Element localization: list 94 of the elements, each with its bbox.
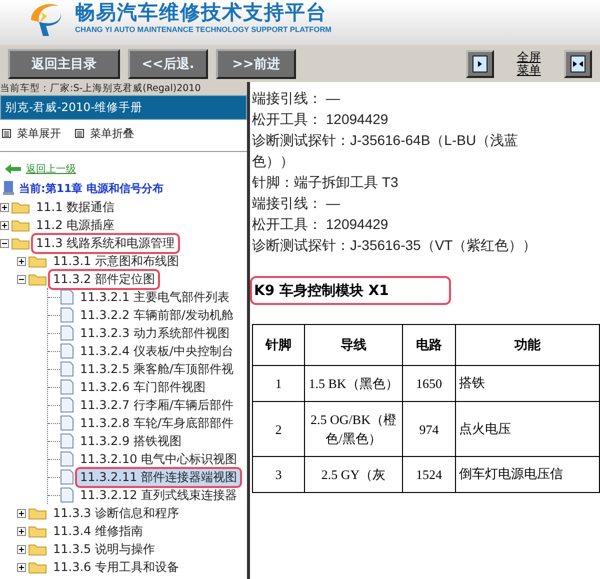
spec-line: 诊断测试探针：J-35616-35（VT（紫红色）） (252, 236, 538, 255)
document-icon (60, 397, 74, 413)
document-icon (60, 343, 74, 359)
tree-item[interactable]: 11.3.3 诊断信息和程序 (50, 504, 182, 522)
expand-toggle[interactable] (17, 562, 26, 572)
table-cell: 2 (252, 402, 304, 456)
fullscreen-menu-link[interactable]: 全屏菜单 (516, 50, 542, 76)
vehicle-info: 当前车型：厂家:S-上海别克君威(Regal)2010 (0, 82, 247, 95)
tree-item[interactable]: 11.3.1 示意图和布线图 (50, 252, 182, 270)
nav-button[interactable]: >>前进 (216, 48, 296, 78)
menu-action-link[interactable]: 菜单展开 (2, 126, 61, 141)
tree-item[interactable]: 11.3.2.11 部件连接器端视图 (77, 468, 240, 486)
document-icon (60, 469, 74, 485)
tree-item[interactable]: 11.3.2.6 车门部件视图 (77, 378, 208, 396)
collapse-toggle[interactable] (0, 238, 9, 248)
tree-item[interactable]: 11.3.2.12 直列式线束连接器 (77, 486, 240, 504)
tree-item[interactable]: 11.3.2.1 主要电气部件列表 (77, 288, 232, 306)
document-icon (60, 289, 74, 305)
document-icon (60, 451, 74, 467)
folder-icon (28, 524, 47, 538)
collapse-toggle[interactable] (17, 274, 26, 284)
document-icon (60, 361, 74, 377)
tree-item[interactable]: 11.2 电源插座 (33, 216, 118, 234)
tree-item[interactable]: 11.3 线路系统和电源管理 (33, 234, 178, 252)
table-cell: 3 (252, 456, 304, 492)
folder-icon (11, 200, 30, 214)
tree-item[interactable]: 11.3.2.3 动力系统部件视图 (77, 324, 232, 342)
document-icon (60, 307, 74, 323)
nav-button[interactable]: <<后退. (128, 48, 208, 78)
expand-toggle[interactable] (17, 526, 26, 536)
expand-toggle[interactable] (0, 220, 9, 230)
folder-icon (28, 254, 47, 268)
column-header: 电路 (402, 324, 456, 366)
left-arrow-icon (4, 163, 22, 175)
nav-button[interactable]: 返回主目录 (8, 48, 120, 78)
table-cell: 1 (252, 366, 304, 402)
document-icon (60, 415, 74, 431)
tree-item[interactable]: 11.3.2.5 乘客舱/车顶部件视 (77, 360, 236, 378)
section-heading: K9 车身控制模块 X1 (252, 278, 449, 303)
spec-line: 松开工具： 12094429 (252, 215, 390, 234)
back-link[interactable]: 返回上一级 (4, 162, 247, 176)
expand-panel-button[interactable] (466, 50, 494, 78)
document-icon (60, 325, 74, 341)
tree-item[interactable]: 11.3.2.9 搭铁视图 (77, 432, 184, 450)
tree-item[interactable]: 11.3.2.8 车轮/车身底部部件 (77, 414, 236, 432)
tree-item[interactable]: 11.3.2.10 电气中心标识视图 (77, 450, 240, 468)
table-cell: 2.5 OG/BK（橙色/黑色） (304, 402, 402, 456)
document-icon (60, 487, 74, 503)
table-cell: 搭铁 (456, 366, 600, 402)
table-cell: 974 (402, 402, 456, 456)
tree-item[interactable]: 11.3.6 专用工具和设备 (50, 558, 182, 576)
expand-toggle[interactable] (17, 256, 26, 266)
menu-action-label: 菜单展开 (17, 126, 61, 141)
folder-icon (28, 560, 47, 574)
expand-toggle[interactable] (0, 202, 9, 212)
table-cell: 1650 (402, 366, 456, 402)
folder-icon (11, 236, 30, 250)
spec-line: 松开工具： 12094429 (252, 110, 390, 129)
site-title: 畅易汽车维修技术支持平台 (75, 0, 327, 25)
column-header: 功能 (456, 324, 600, 366)
tree-item[interactable]: 11.3.4 维修指南 (50, 522, 146, 540)
document-icon (60, 379, 74, 395)
tree-item[interactable]: 11.1 数据通信 (33, 198, 118, 216)
tree-item[interactable]: 11.3.2.7 行李厢/车辆后部件 (77, 396, 236, 414)
menu-action-label: 菜单折叠 (90, 126, 134, 141)
tree-item[interactable]: 11.3.2 部件定位图 (50, 270, 158, 288)
expand-toggle[interactable] (17, 508, 26, 518)
split-arrows-icon (570, 54, 586, 72)
list-icon (75, 129, 84, 138)
table-cell: 1524 (402, 456, 456, 492)
manual-title: 别克-君威-2010-维修手册 (0, 95, 247, 120)
document-icon (60, 433, 74, 449)
menu-action-link[interactable]: 菜单折叠 (75, 126, 134, 141)
spec-line: 端接引线： — (252, 194, 341, 213)
column-header: 导线 (304, 324, 402, 366)
current-chapter: 当前:第11章 电源和信号分布 (19, 180, 164, 196)
folder-icon (28, 542, 47, 556)
folder-icon (11, 218, 30, 232)
column-header: 针脚 (252, 324, 304, 366)
computer-icon (3, 180, 15, 196)
spec-line: 端接引线： — (252, 89, 341, 108)
table-cell: 2.5 GY（灰 (304, 456, 402, 492)
folder-icon (28, 272, 47, 286)
tree-item[interactable]: 11.3.2.2 车辆前部/发动机舱 (77, 306, 236, 324)
split-panel-button[interactable] (564, 50, 592, 78)
spec-line: 针脚：端子拆卸工具 T3 (252, 173, 400, 192)
expand-toggle[interactable] (17, 544, 26, 554)
spec-line: 诊断测试探针：J-35616-64B（L-BU（浅蓝色）） (252, 131, 520, 171)
tree-item[interactable]: 11.3.5 说明与操作 (50, 540, 158, 558)
table-cell: 倒车灯电源电压信 (456, 456, 600, 492)
table-cell: 1.5 BK（黑色） (304, 366, 402, 402)
tree-item[interactable]: 11.3.2.4 仪表板/中央控制台 (77, 342, 236, 360)
folder-icon (28, 506, 47, 520)
table-cell: 点火电压 (456, 402, 600, 456)
